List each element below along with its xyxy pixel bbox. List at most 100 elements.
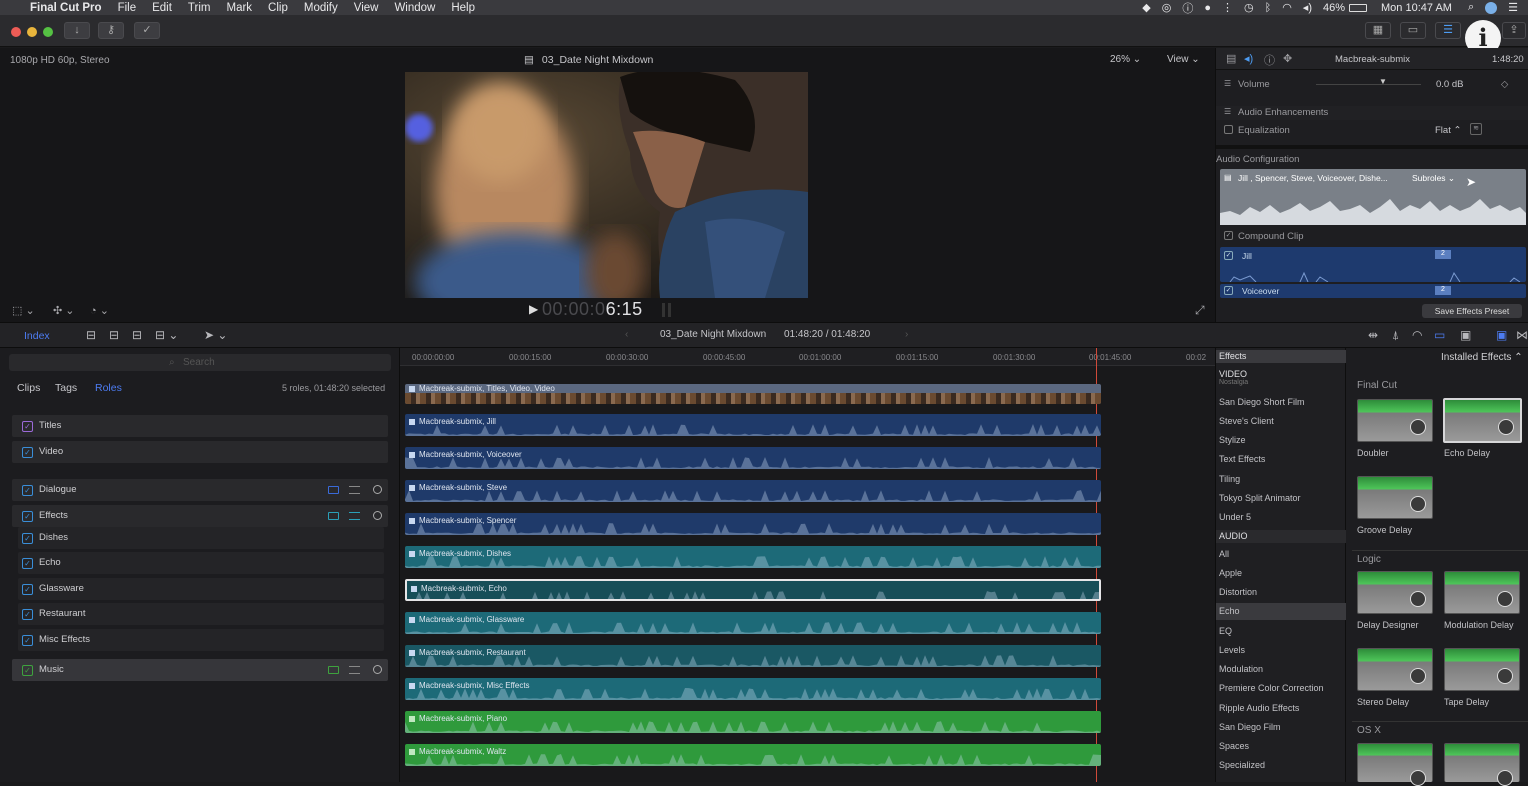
fullscreen-icon[interactable]: ⤢	[1195, 303, 1205, 318]
background-tasks-button[interactable]: ✓	[134, 22, 160, 39]
info-inspector-icon[interactable]: ⓘ	[1264, 52, 1275, 68]
category-item[interactable]: Text Effects	[1219, 454, 1345, 464]
category-item[interactable]: Under 5	[1219, 512, 1345, 522]
minimize-window-button[interactable]	[27, 27, 37, 37]
snapping-icon[interactable]: ▭	[1434, 328, 1445, 342]
keyframe-icon[interactable]: ◇	[1501, 79, 1508, 90]
menu-mark[interactable]: Mark	[226, 2, 252, 14]
effect-thumb-modulation-delay[interactable]	[1444, 571, 1520, 614]
channel-jill[interactable]: ✓ Jill 2	[1220, 247, 1526, 282]
skimming-icon[interactable]: ⇹	[1368, 328, 1378, 342]
subrole-echo[interactable]: ✓ Echo	[18, 552, 384, 574]
bluetooth-icon[interactable]: ᛒ	[1265, 2, 1272, 14]
menu-window[interactable]: Window	[394, 2, 435, 14]
effect-thumb-groove-delay[interactable]	[1357, 476, 1433, 519]
zoom-window-button[interactable]	[43, 27, 53, 37]
transitions-browser-icon[interactable]: ⋈	[1516, 328, 1528, 342]
history-forward-icon[interactable]: ›	[905, 329, 908, 340]
audio-config-waveform[interactable]: ▤ Jill , Spencer, Steve, Voiceover, Dish…	[1220, 169, 1526, 225]
index-button[interactable]: Index	[24, 330, 50, 342]
subrole-restaurant[interactable]: ✓ Restaurant	[18, 603, 384, 625]
focus-role-icon[interactable]	[373, 665, 382, 674]
menu-view[interactable]: View	[354, 2, 379, 14]
subroles-dropdown[interactable]: Subroles ⌄	[1412, 173, 1455, 184]
role-checkbox[interactable]: ✓	[22, 558, 33, 569]
sync-icon[interactable]: ◎	[1162, 1, 1172, 14]
role-checkbox[interactable]: ✓	[22, 635, 33, 646]
clip-waltz[interactable]: Macbreak-submix, Waltz	[405, 744, 1101, 766]
notification-center-icon[interactable]: ☰	[1508, 1, 1518, 14]
category-item[interactable]: San Diego Film	[1219, 722, 1345, 732]
category-item[interactable]: San Diego Short Film	[1219, 397, 1345, 407]
effects-header[interactable]: Effects	[1216, 350, 1346, 363]
eq-checkbox[interactable]	[1224, 125, 1233, 134]
category-item[interactable]: All	[1219, 549, 1345, 559]
timeline-toggle-button[interactable]: ▭	[1400, 22, 1426, 39]
tab-tags[interactable]: Tags	[55, 382, 77, 394]
channel-checkbox[interactable]: ✓	[1224, 251, 1233, 260]
menu-edit[interactable]: Edit	[152, 2, 172, 14]
role-effects[interactable]: ✓ Effects	[12, 505, 388, 527]
channel-voiceover[interactable]: ✓ Voiceover 2	[1220, 284, 1526, 298]
clip-voiceover[interactable]: Macbreak-submix, Voiceover	[405, 447, 1101, 469]
effect-thumb-delay-designer[interactable]	[1357, 571, 1433, 614]
effect-thumb-tape-delay[interactable]	[1444, 648, 1520, 691]
clip-jill[interactable]: Macbreak-submix, Jill	[405, 414, 1101, 436]
role-checkbox[interactable]: ✓	[22, 447, 33, 458]
category-item[interactable]: Levels	[1219, 645, 1345, 655]
subrole-glassware[interactable]: ✓ Glassware	[18, 578, 384, 600]
video-inspector-icon[interactable]: ▤	[1226, 52, 1236, 65]
keywords-button[interactable]: ⚷	[98, 22, 124, 39]
category-item[interactable]: Premiere Color Correction	[1219, 683, 1345, 693]
save-effects-preset-button[interactable]: Save Effects Preset	[1422, 304, 1522, 318]
app-menu[interactable]: Final Cut Pro	[30, 2, 102, 14]
close-window-button[interactable]	[11, 27, 21, 37]
role-video[interactable]: ✓ Video	[12, 441, 388, 463]
collapse-subroles-icon[interactable]	[349, 486, 360, 494]
index-search-field[interactable]: ⌕ Search	[9, 354, 391, 371]
account-icon[interactable]: ●	[1204, 2, 1211, 14]
role-checkbox[interactable]: ✓	[22, 485, 33, 496]
menu-file[interactable]: File	[118, 2, 137, 14]
show-lanes-icon[interactable]	[328, 666, 339, 674]
subrole-misc-effects[interactable]: ✓ Misc Effects	[18, 629, 384, 651]
solo-icon[interactable]: ◠	[1412, 328, 1422, 342]
clip-glassware[interactable]: Macbreak-submix, Glassware	[405, 612, 1101, 634]
role-checkbox[interactable]: ✓	[22, 584, 33, 595]
spotlight-icon[interactable]: ⌕	[1468, 1, 1474, 14]
network-icon[interactable]: ⋮	[1222, 1, 1233, 14]
inspector-toggle-button[interactable]: ☰	[1435, 22, 1461, 39]
volume-slider[interactable]	[1316, 84, 1421, 85]
tab-clips[interactable]: Clips	[17, 382, 40, 394]
insert-clip-icon[interactable]: ⊟	[109, 328, 119, 342]
eq-dropdown[interactable]: Flat ⌃	[1435, 125, 1461, 136]
select-tool-icon[interactable]: ➤ ⌄	[204, 328, 227, 342]
category-item[interactable]: Spaces	[1219, 741, 1345, 751]
volume-icon[interactable]: ◂)	[1303, 1, 1312, 14]
volume-slider-handle[interactable]: ▼	[1379, 77, 1387, 86]
siri-icon[interactable]	[1485, 1, 1498, 14]
subrole-dishes[interactable]: ✓ Dishes	[18, 527, 384, 549]
collapse-subroles-icon[interactable]	[349, 512, 360, 520]
append-clip-icon[interactable]: ⊟	[132, 328, 142, 342]
focus-role-icon[interactable]	[373, 485, 382, 494]
menu-modify[interactable]: Modify	[304, 2, 338, 14]
clip-restaurant[interactable]: Macbreak-submix, Restaurant	[405, 645, 1101, 667]
clip-echo-selected[interactable]: Macbreak-submix, Echo	[405, 579, 1101, 601]
import-button[interactable]: ↓	[64, 22, 90, 39]
category-item[interactable]: Nostalgia	[1219, 379, 1345, 386]
dropbox-icon[interactable]: ◆	[1142, 1, 1150, 14]
zoom-dropdown[interactable]: 26% ⌄	[1110, 54, 1141, 65]
clip-dishes[interactable]: Macbreak-submix, Dishes	[405, 546, 1101, 568]
menu-trim[interactable]: Trim	[188, 2, 211, 14]
category-item[interactable]: Ripple Audio Effects	[1219, 703, 1345, 713]
role-checkbox[interactable]: ✓	[22, 511, 33, 522]
category-item[interactable]: Tiling	[1219, 474, 1345, 484]
view-dropdown[interactable]: View ⌄	[1167, 54, 1200, 65]
role-checkbox[interactable]: ✓	[22, 665, 33, 676]
channel-checkbox[interactable]: ✓	[1224, 286, 1233, 295]
show-lanes-icon[interactable]	[328, 486, 339, 494]
category-item[interactable]: Modulation	[1219, 664, 1345, 674]
installed-effects-dropdown[interactable]: Installed Effects ⌃	[1441, 352, 1523, 363]
audio-inspector-icon[interactable]: ◂)	[1244, 52, 1253, 65]
